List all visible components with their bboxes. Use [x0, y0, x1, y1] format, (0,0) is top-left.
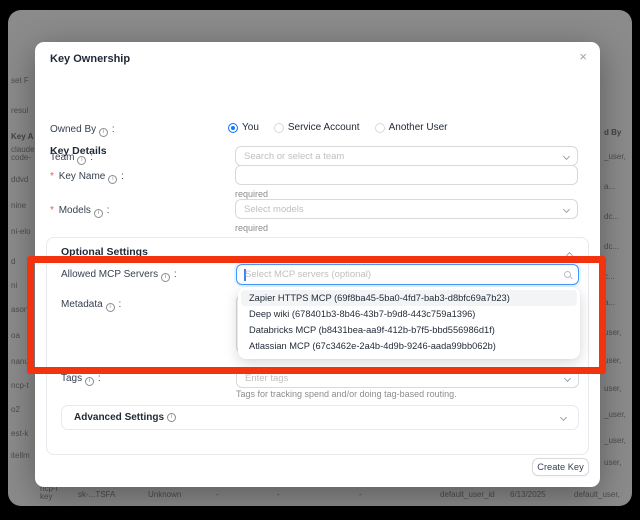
models-select-placeholder: Select models: [244, 204, 558, 215]
background-table-text: sk-...TSFA: [78, 490, 115, 499]
models-select[interactable]: Select models: [235, 199, 578, 219]
key-ownership-modal: Key Ownership × Owned By : You Service Ac…: [35, 42, 600, 487]
background-table-text: d By: [604, 128, 621, 137]
radio-dot-icon: [274, 123, 284, 133]
advanced-settings-heading: Advanced Settings: [74, 412, 164, 423]
tags-help-text: Tags for tracking spend and/or doing tag…: [236, 389, 457, 399]
background-table-text: _user,: [604, 436, 626, 445]
background-table-text: itellm: [11, 451, 30, 460]
team-select[interactable]: Search or select a team: [235, 146, 578, 166]
background-table-text: a...: [604, 298, 615, 307]
search-icon: [564, 271, 571, 278]
mcp-servers-search-input[interactable]: Select MCP servers (optional): [236, 264, 579, 285]
background-table-text: resul: [11, 106, 28, 115]
radio-label: You: [242, 122, 259, 133]
background-table-text: d: [11, 257, 15, 266]
background-table-text: est-k: [11, 429, 28, 438]
tags-label: Tags :: [61, 373, 101, 386]
close-icon[interactable]: ×: [579, 50, 587, 64]
chevron-down-icon: [563, 152, 570, 159]
key-details-heading: Key Details: [50, 145, 107, 157]
background-table-text: nanu: [11, 357, 29, 366]
mcp-option[interactable]: Zapier HTTPS MCP (69f8ba45-5ba0-4fd7-bab…: [241, 290, 577, 306]
background-table-text: ddvd: [11, 175, 28, 184]
background-table-text: set F: [11, 76, 29, 85]
optional-settings-heading: Optional Settings: [61, 246, 148, 258]
allowed-mcp-servers-label: Allowed MCP Servers :: [61, 269, 177, 282]
background-table-text: default_user,: [574, 490, 620, 499]
team-select-placeholder: Search or select a team: [244, 151, 558, 162]
background-table-text: c...: [604, 272, 615, 281]
info-icon: [106, 303, 115, 312]
chevron-down-icon: [560, 414, 567, 421]
modal-title: Key Ownership: [50, 53, 130, 65]
key-name-label: Key Name :: [50, 171, 124, 184]
models-label: Models :: [50, 205, 110, 218]
background-table-text: -: [277, 490, 280, 499]
background-table-text: dc...: [604, 242, 619, 251]
mcp-option[interactable]: Databricks MCP (b8431bea-aa9f-412b-b7f5-…: [241, 322, 577, 338]
background-table-text: -: [216, 490, 219, 499]
info-icon: [108, 175, 117, 184]
background-table-text: 6/13/2025: [510, 490, 546, 499]
background-table-text: Key A: [11, 132, 33, 141]
info-icon: [99, 128, 108, 137]
radio-another-user[interactable]: Another User: [375, 122, 448, 133]
info-icon: [77, 156, 86, 165]
background-table-text: ncp-t: [11, 381, 29, 390]
info-icon: [94, 209, 103, 218]
background-table-text: _user,: [604, 410, 626, 419]
mcp-option[interactable]: Deep wiki (678401b3-8b46-43b7-b9d8-443c7…: [241, 306, 577, 322]
advanced-settings-panel[interactable]: Advanced Settings: [61, 405, 579, 430]
background-table-text: o2: [11, 405, 20, 414]
radio-dot-icon: [228, 123, 238, 133]
radio-label: Another User: [389, 122, 448, 133]
background-table-text: nine: [11, 201, 26, 210]
key-name-input[interactable]: [235, 165, 578, 185]
radio-dot-icon: [375, 123, 385, 133]
background-table-text: Unknown: [148, 490, 181, 499]
mcp-servers-dropdown: Zapier HTTPS MCP (69f8ba45-5ba0-4fd7-bab…: [238, 287, 580, 359]
background-table-text: user,: [604, 384, 621, 393]
background-table-text: code-: [11, 153, 31, 162]
background-table-text: default_user_id: [440, 490, 495, 499]
info-icon: [161, 273, 170, 282]
mcp-input-placeholder: Select MCP servers (optional): [245, 269, 558, 280]
owned-by-radio-group: You Service Account Another User: [228, 122, 448, 133]
background-table-text: ni: [11, 281, 17, 290]
radio-label: Service Account: [288, 122, 360, 133]
owned-by-label: Owned By :: [50, 124, 115, 137]
background-table-text: _user,: [604, 152, 626, 161]
background-table-text: a...: [604, 182, 615, 191]
background-table-text: dc...: [604, 212, 619, 221]
key-name-required-note: required: [235, 189, 268, 199]
radio-service-account[interactable]: Service Account: [274, 122, 360, 133]
create-key-button[interactable]: Create Key: [532, 458, 589, 476]
background-table-text: user,: [604, 356, 621, 365]
background-table-text: user,: [604, 328, 621, 337]
info-icon: [167, 413, 176, 422]
tags-select-placeholder: Enter tags: [245, 373, 559, 384]
metadata-label: Metadata :: [61, 299, 121, 312]
background-table-text: key: [40, 492, 52, 501]
chevron-down-icon: [563, 205, 570, 212]
tags-select[interactable]: Enter tags: [236, 368, 579, 388]
background-table-text: ason2: [11, 305, 33, 314]
models-required-note: required: [235, 223, 268, 233]
background-table-text: -: [359, 490, 362, 499]
background-table-text: user,: [604, 458, 621, 467]
mcp-option[interactable]: Atlassian MCP (67c3462e-2a4b-4d9b-9246-a…: [241, 338, 577, 354]
chevron-up-icon[interactable]: [566, 252, 573, 259]
background-table-text: ni-elo: [11, 227, 31, 236]
background-table-text: oa: [11, 331, 20, 340]
radio-you[interactable]: You: [228, 122, 259, 133]
chevron-down-icon: [564, 374, 571, 381]
info-icon: [85, 377, 94, 386]
